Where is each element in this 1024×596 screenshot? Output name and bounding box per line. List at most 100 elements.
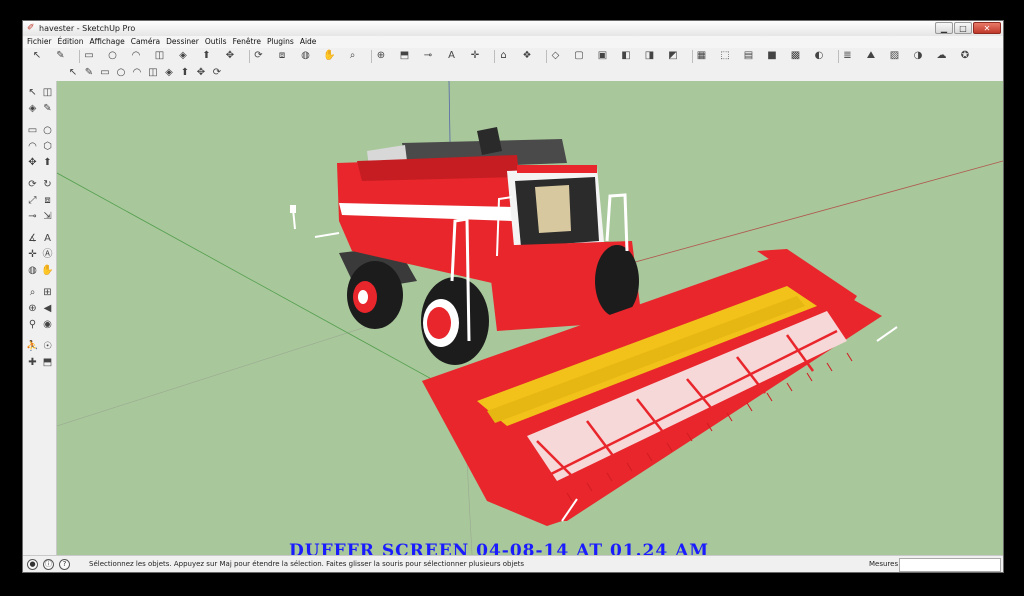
push-pull-icon[interactable]: ⬆ (201, 50, 213, 62)
zoom-window-icon[interactable]: ◀ (41, 303, 54, 315)
orbit-icon[interactable]: ⌕ (26, 287, 39, 299)
wireframe-icon[interactable]: ⬚ (719, 50, 731, 62)
move-icon[interactable]: ⟳ (26, 179, 39, 191)
menu-aide[interactable]: Aide (297, 36, 320, 48)
offset-icon[interactable]: ⧈ (276, 50, 288, 62)
zoom-extents-icon[interactable]: ⊕ (375, 50, 387, 62)
monochrome-icon[interactable]: ◐ (813, 50, 825, 62)
front-wheel-right (595, 245, 639, 317)
circle-icon[interactable]: ○ (107, 50, 119, 62)
circle-icon[interactable]: ◠ (26, 141, 39, 153)
rectangle-icon[interactable]: ▭ (26, 125, 39, 137)
3d-text-icon[interactable]: ✋ (41, 265, 54, 277)
eraser-icon[interactable]: ◫ (154, 50, 166, 62)
scale-icon[interactable]: ⊸ (26, 211, 39, 223)
stamp-icon[interactable]: ▭ (99, 67, 111, 79)
zoom-icon[interactable]: ⌕ (347, 50, 359, 62)
right-view-icon[interactable]: ◧ (620, 50, 632, 62)
paint-bucket-icon[interactable]: ◈ (177, 50, 189, 62)
walk-icon[interactable]: ⛹ (26, 341, 39, 353)
select-arrow-icon[interactable]: ↖ (31, 50, 43, 62)
text-icon[interactable]: A (446, 50, 458, 62)
move-icon[interactable]: ✥ (224, 50, 236, 62)
arc-icon[interactable]: ◠ (130, 50, 142, 62)
select-icon[interactable]: ↖ (26, 87, 39, 99)
smoove-icon[interactable]: ✎ (83, 67, 95, 79)
fog-icon[interactable]: ☁ (936, 50, 948, 62)
component-icon[interactable]: ❖ (521, 50, 533, 62)
drape-icon[interactable]: ○ (115, 67, 127, 79)
flip-edge-icon[interactable]: ◫ (147, 67, 159, 79)
menu-affichage[interactable]: Affichage (86, 36, 127, 48)
cab-roof (517, 165, 597, 173)
menu-outils[interactable]: Outils (202, 36, 230, 48)
geo-location-icon[interactable]: ● (27, 559, 38, 570)
pan-icon[interactable]: ⊞ (41, 287, 54, 299)
front-view-icon[interactable]: ▣ (597, 50, 609, 62)
menu-edition[interactable]: Édition (55, 36, 87, 48)
from-scratch-icon[interactable]: ⬆ (179, 67, 191, 79)
position-camera-icon[interactable]: ✚ (26, 357, 39, 369)
orbit-icon[interactable]: ◍ (300, 50, 312, 62)
tape-icon[interactable]: ∡ (26, 233, 39, 245)
maximize-button[interactable]: □ (954, 22, 972, 34)
textured-icon[interactable]: ▩ (790, 50, 802, 62)
back-view-icon[interactable]: ◨ (644, 50, 656, 62)
previous-view-icon[interactable]: ◉ (41, 319, 54, 331)
line-icon[interactable]: ○ (41, 125, 54, 137)
terrain-icon[interactable]: ✥ (195, 67, 207, 79)
top-view-icon[interactable]: ▢ (573, 50, 585, 62)
rectangle-icon[interactable]: ▭ (83, 50, 95, 62)
axes-icon[interactable]: ◍ (26, 265, 39, 277)
push-pull-icon[interactable]: ↻ (41, 179, 54, 191)
solid-tools-icon[interactable]: ⟳ (211, 67, 223, 79)
arc-icon[interactable]: ⬡ (41, 141, 54, 153)
hidden-line-icon[interactable]: ▤ (743, 50, 755, 62)
shaded-icon[interactable]: ■ (766, 50, 778, 62)
xray-icon[interactable]: ▦ (696, 50, 708, 62)
iso-view-icon[interactable]: ◇ (550, 50, 562, 62)
shadow-icon[interactable]: ◑ (912, 50, 924, 62)
paint-icon[interactable]: ◈ (26, 103, 39, 115)
credits-icon[interactable]: ⓘ (43, 559, 54, 570)
menu-camera[interactable]: Caméra (128, 36, 163, 48)
protractor-icon[interactable]: ✛ (26, 249, 39, 261)
minimize-button[interactable]: ▁ (935, 22, 953, 34)
from-contours-icon[interactable]: ◈ (163, 67, 175, 79)
menu-plugins[interactable]: Plugins (264, 36, 297, 48)
freehand-icon[interactable]: ⬆ (41, 157, 54, 169)
sandbox-icon[interactable]: ⛰ (865, 50, 877, 62)
pencil-icon[interactable]: ✎ (55, 50, 67, 62)
dimension-icon[interactable]: A (41, 233, 54, 245)
layer-icon[interactable]: ≣ (842, 50, 854, 62)
help-icon[interactable]: ? (59, 559, 70, 570)
menu-fichier[interactable]: Fichier (23, 36, 55, 48)
warehouse-icon[interactable]: ⌂ (498, 50, 510, 62)
rotate-icon[interactable]: ⟳ (253, 50, 265, 62)
left-view-icon[interactable]: ◩ (667, 50, 679, 62)
polygon-icon[interactable]: ✥ (26, 157, 39, 169)
style-icon[interactable]: ✪ (959, 50, 971, 62)
measures-input[interactable] (899, 558, 1001, 572)
section-icon[interactable]: ⬒ (399, 50, 411, 62)
axes-icon[interactable]: ✛ (469, 50, 481, 62)
follow-me-icon[interactable]: ⧈ (41, 195, 54, 207)
look-around-icon[interactable]: ☉ (41, 341, 54, 353)
menu-dessiner[interactable]: Dessiner (163, 36, 202, 48)
zoom-icon[interactable]: ⊕ (26, 303, 39, 315)
freehand-icon[interactable]: ↖ (67, 67, 79, 79)
text-icon[interactable]: Ⓐ (41, 249, 54, 261)
section-plane-icon[interactable]: ⬒ (41, 357, 54, 369)
tape-measure-icon[interactable]: ⊸ (422, 50, 434, 62)
component-icon[interactable]: ◫ (41, 87, 54, 99)
close-button[interactable]: ✕ (973, 22, 1001, 34)
menu-fenetre[interactable]: Fenêtre (230, 36, 264, 48)
rotate-icon[interactable]: ⤢ (26, 195, 39, 207)
photo-icon[interactable]: ▨ (889, 50, 901, 62)
pan-icon[interactable]: ✋ (323, 50, 335, 62)
add-detail-icon[interactable]: ◠ (131, 67, 143, 79)
offset-icon[interactable]: ⇲ (41, 211, 54, 223)
eraser-icon[interactable]: ✎ (41, 103, 54, 115)
zoom-extents-icon[interactable]: ⚲ (26, 319, 39, 331)
drawing-viewport[interactable]: DUFFFR SCREEN 04-08-14 AT 01.24 AM (57, 81, 1003, 555)
